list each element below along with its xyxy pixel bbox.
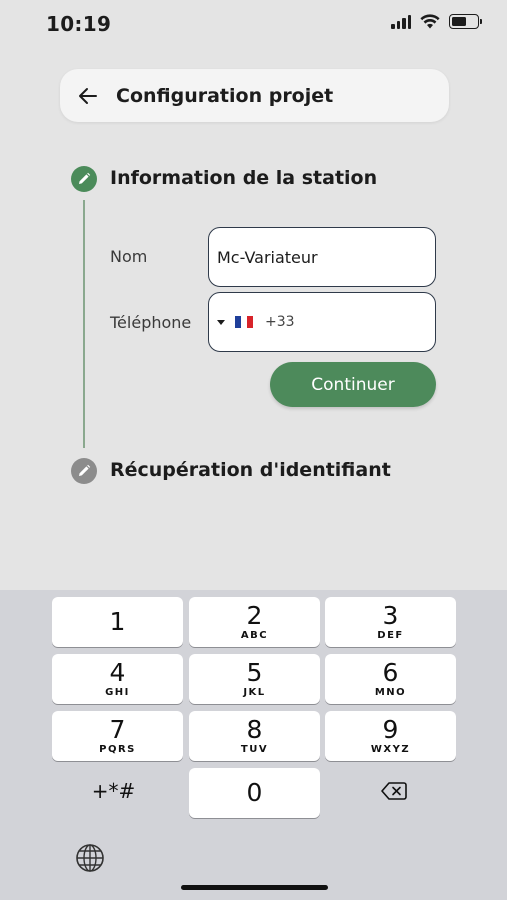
phone-input[interactable]: +33 [208,292,436,352]
globe-icon[interactable] [75,843,105,873]
key-5[interactable]: 5 JKL [189,654,320,704]
step-2-pencil-icon [71,458,97,484]
page-title: Configuration projet [116,84,334,107]
key-1[interactable]: 1 [52,597,183,647]
key-3[interactable]: 3 DEF [325,597,456,647]
battery-icon [449,14,482,29]
france-flag-icon[interactable] [235,316,253,328]
name-input-value: Mc-Variateur [217,247,318,267]
name-label: Nom [110,247,148,266]
phone-dial-code: +33 [265,314,295,330]
delete-key[interactable] [328,766,459,816]
continue-button[interactable]: Continuer [270,362,436,407]
phone-label: Téléphone [110,313,192,332]
arrow-left-icon [79,87,97,104]
key-0[interactable]: 0 [189,768,320,818]
cellular-signal-icon [391,14,411,29]
key-2[interactable]: 2 ABC [189,597,320,647]
key-8[interactable]: 8 TUV [189,711,320,761]
stepper-connector [83,200,85,448]
key-6[interactable]: 6 MNO [325,654,456,704]
name-input[interactable]: Mc-Variateur [208,227,436,287]
country-dropdown-caret-icon[interactable] [217,319,225,325]
status-time: 10:19 [46,12,112,36]
step-1-pencil-icon [71,166,97,192]
header-bar: Configuration projet [60,69,449,122]
symbols-key[interactable]: +*# [48,766,179,816]
key-7[interactable]: 7 PQRS [52,711,183,761]
step-2-title[interactable]: Récupération d'identifiant [110,459,391,481]
home-indicator[interactable] [181,885,328,890]
backspace-icon [380,782,407,800]
status-bar: 10:19 [0,0,507,48]
wifi-icon [420,14,440,29]
back-button[interactable] [60,69,116,122]
key-4[interactable]: 4 GHI [52,654,183,704]
key-9[interactable]: 9 WXYZ [325,711,456,761]
step-1-title[interactable]: Information de la station [110,167,377,189]
status-icons [391,14,482,29]
